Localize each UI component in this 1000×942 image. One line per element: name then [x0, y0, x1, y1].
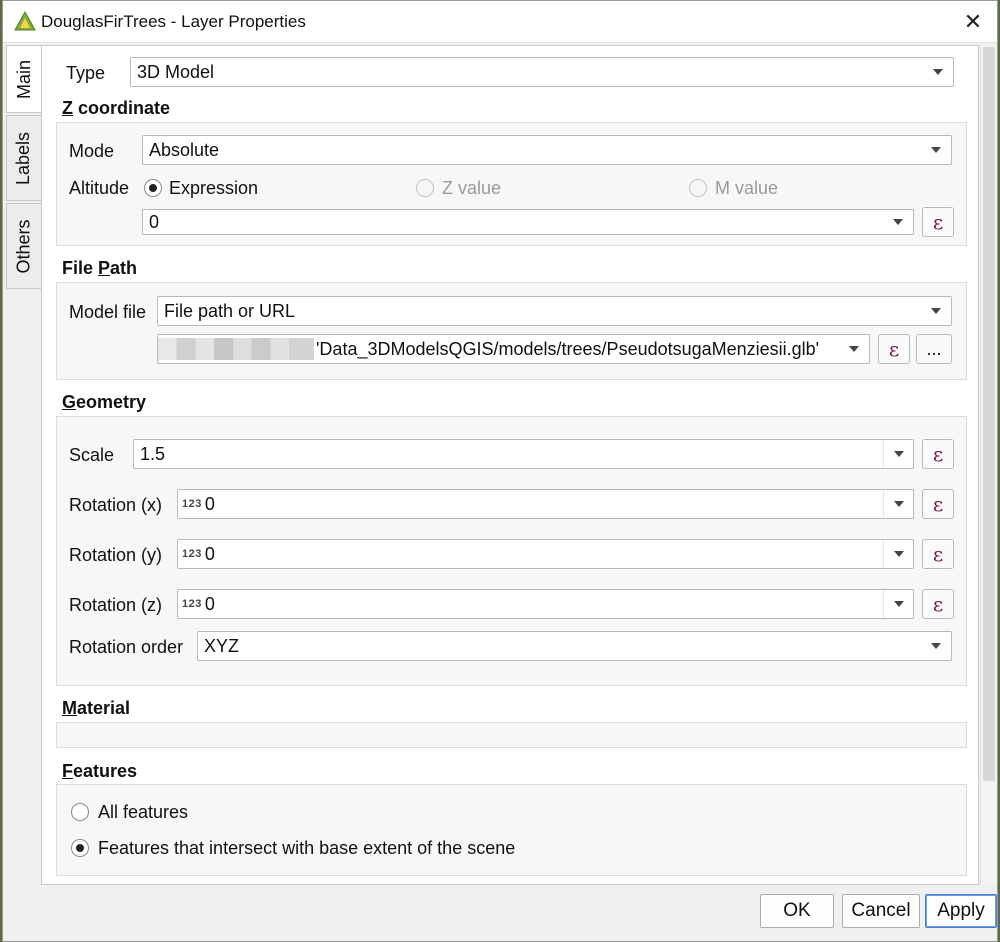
browse-label: ...: [926, 338, 942, 359]
expression-icon: ε: [888, 337, 900, 361]
chevron-down-icon: [883, 540, 913, 568]
chevron-down-icon: [883, 440, 913, 468]
chevron-down-icon: [923, 58, 953, 86]
ok-label: OK: [783, 900, 811, 921]
model-path-input[interactable]: 'Data_3DModelsQGIS/models/trees/Pseudots…: [157, 334, 870, 364]
radio-intersect-features-label: Features that intersect with base extent…: [98, 838, 516, 858]
rotation-z-expression-button[interactable]: ε: [922, 589, 954, 619]
browse-button[interactable]: ...: [916, 334, 952, 364]
features-group: [56, 784, 967, 876]
layer-properties-window: DouglasFirTrees - Layer Properties ✕ Mai…: [2, 0, 998, 942]
redacted-path-prefix: [158, 338, 314, 360]
radio-intersect-features[interactable]: [71, 839, 89, 857]
mode-label: Mode: [69, 141, 115, 161]
rotation-z-label: Rotation (z): [69, 595, 163, 615]
tab-others-label: Others: [13, 218, 34, 274]
type-value: 3D Model: [137, 61, 215, 82]
model-file-label: Model file: [69, 302, 147, 322]
model-path-expression-button[interactable]: ε: [878, 334, 910, 364]
altitude-expression-input[interactable]: 0: [142, 209, 914, 235]
model-path-value: 'Data_3DModelsQGIS/models/trees/Pseudots…: [316, 338, 820, 359]
scale-label: Scale: [69, 445, 115, 465]
chevron-down-icon: [883, 590, 913, 618]
rotation-x-value: 0: [204, 493, 215, 514]
features-title: Features: [62, 761, 138, 781]
apply-button[interactable]: Apply: [925, 894, 997, 928]
model-source-combo[interactable]: File path or URL: [157, 296, 952, 326]
radio-expression-label: Expression: [169, 178, 259, 198]
model-source-value: File path or URL: [164, 300, 296, 321]
radio-z-value-label: Z value: [442, 178, 502, 198]
geometry-title: Geometry: [62, 392, 147, 412]
expression-icon: ε: [932, 592, 944, 616]
numeric-type-icon: 123: [182, 498, 202, 510]
mode-combo[interactable]: Absolute: [142, 135, 952, 165]
main-panel: Type 3D Model Z coordinate Mode Absolute…: [41, 45, 979, 885]
cancel-label: Cancel: [851, 900, 911, 921]
rotation-order-value: XYZ: [204, 635, 240, 656]
qgis-3d-icon: [14, 10, 36, 31]
rotation-x-label: Rotation (x): [69, 495, 163, 515]
close-button[interactable]: ✕: [949, 1, 997, 43]
radio-m-value-label: M value: [715, 178, 779, 198]
expression-icon: ε: [932, 492, 944, 516]
expression-icon: ε: [932, 442, 944, 466]
chevron-down-icon: [921, 632, 951, 660]
rotation-z-value: 0: [204, 593, 215, 614]
scale-expression-button[interactable]: ε: [922, 439, 954, 469]
title-bar: DouglasFirTrees - Layer Properties ✕: [3, 1, 997, 43]
tab-labels[interactable]: Labels: [6, 115, 42, 201]
altitude-expression-value: 0: [149, 211, 160, 232]
type-label: Type: [66, 63, 106, 83]
expression-icon: ε: [932, 542, 944, 566]
apply-label: Apply: [937, 900, 985, 921]
rotation-x-input[interactable]: 123 0: [177, 489, 914, 519]
tab-main-label: Main: [14, 59, 35, 99]
tab-labels-label: Labels: [13, 131, 34, 185]
window-title: DouglasFirTrees - Layer Properties: [41, 12, 306, 31]
radio-all-features[interactable]: [71, 803, 89, 821]
radio-m-value[interactable]: [689, 179, 707, 197]
scrollbar-thumb[interactable]: [983, 47, 995, 781]
radio-all-features-label: All features: [98, 802, 189, 822]
altitude-label: Altitude: [69, 178, 130, 198]
rotation-y-expression-button[interactable]: ε: [922, 539, 954, 569]
mode-value: Absolute: [149, 139, 220, 160]
scale-input[interactable]: 1.5: [133, 439, 914, 469]
rotation-y-value: 0: [204, 543, 215, 564]
rotation-z-input[interactable]: 123 0: [177, 589, 914, 619]
scale-value: 1.5: [140, 443, 166, 464]
radio-expression[interactable]: [144, 179, 162, 197]
cancel-button[interactable]: Cancel: [842, 894, 920, 928]
expression-icon: ε: [932, 210, 944, 234]
material-title: Material: [62, 698, 131, 718]
rotation-y-label: Rotation (y): [69, 545, 163, 565]
radio-z-value[interactable]: [416, 179, 434, 197]
chevron-down-icon: [883, 490, 913, 518]
numeric-type-icon: 123: [182, 598, 202, 610]
z-coordinate-title: Z coordinate: [62, 98, 171, 118]
rotation-order-combo[interactable]: XYZ: [197, 631, 952, 661]
rotation-x-expression-button[interactable]: ε: [922, 489, 954, 519]
ok-button[interactable]: OK: [760, 894, 834, 928]
rotation-y-input[interactable]: 123 0: [177, 539, 914, 569]
chevron-down-icon: [921, 136, 951, 164]
material-group: [56, 722, 967, 748]
altitude-expression-button[interactable]: ε: [922, 207, 954, 237]
type-combo[interactable]: 3D Model: [130, 57, 954, 87]
chevron-down-icon: [921, 297, 951, 325]
file-path-title: File Path: [62, 258, 138, 278]
chevron-down-icon: [839, 335, 869, 363]
close-icon: ✕: [963, 9, 983, 34]
chevron-down-icon: [883, 210, 913, 234]
tab-main[interactable]: Main: [6, 45, 42, 113]
rotation-order-label: Rotation order: [69, 637, 184, 657]
numeric-type-icon: 123: [182, 548, 202, 560]
tab-others[interactable]: Others: [6, 203, 42, 289]
